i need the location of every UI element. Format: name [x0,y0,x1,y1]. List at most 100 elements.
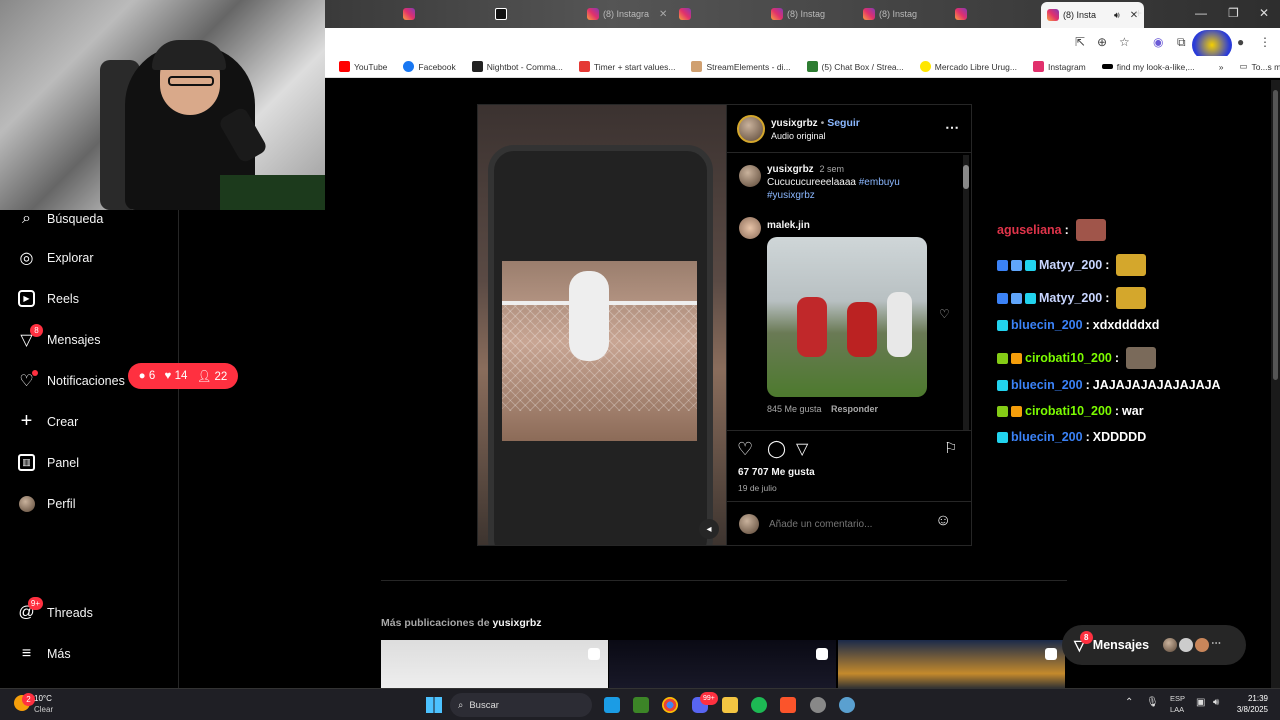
bookmark-lookalike[interactable]: find my look-a-like,... [1101,62,1195,72]
bookmark-star-icon[interactable]: ☆ [1119,35,1130,49]
bookmark-streamelements[interactable]: StreamElements - di... [691,61,791,72]
sidebar-item-notificaciones[interactable]: ♡ Notificaciones [18,370,125,390]
author-username[interactable]: yusixgrbz [771,118,818,129]
taskbar-search-box[interactable]: ⌕ Buscar [450,693,592,717]
browser-tab[interactable] [495,4,511,24]
tray-chevron-icon[interactable]: ⌃ [1125,697,1133,708]
notifications-summary-pill[interactable]: ● 6 ♥ 14 👤︎ 22 [128,363,238,389]
more-posts-username[interactable]: yusixgrbz [492,617,541,629]
zoom-icon[interactable]: ⊕ [1097,35,1107,49]
clock-time[interactable]: 21:39 [1236,694,1268,703]
sidebar-item-explorar[interactable]: ◎ Explorar [18,249,94,267]
follow-button[interactable]: Seguir [827,117,860,129]
sidebar-item-mas[interactable]: ≡ Más [18,645,71,662]
scrollbar-thumb[interactable] [963,165,969,189]
comment-bubble-icon[interactable]: ◯ [767,439,786,459]
new-tab-icon[interactable]: + [1135,6,1142,20]
bookmark-instagram[interactable]: Instagram [1032,61,1086,72]
chrome-icon[interactable] [662,697,678,713]
sidebar-item-panel[interactable]: ▥ Panel [18,454,79,471]
like-heart-icon[interactable]: ♡ [737,439,753,460]
commenter-username[interactable]: malek.jin [767,220,810,231]
sidebar-item-perfil[interactable]: Perfil [18,495,75,512]
volume-icon[interactable]: 🔊︎ [1213,697,1219,708]
commenter-avatar[interactable] [739,217,761,239]
audio-label[interactable]: Audio original [771,131,826,141]
more-post-thumbnail[interactable] [609,640,836,688]
bookmark-mercadolibre[interactable]: Mercado Libre Urug... [919,61,1017,72]
comments-scrollbar[interactable] [963,155,969,430]
minimize-icon[interactable]: — [1195,6,1207,20]
section-divider [381,580,1067,581]
browser-tab[interactable]: (8) Instagra ✕ [587,4,667,24]
bookmark-youtube[interactable]: YouTube [339,61,387,72]
bookmark-nightbot[interactable]: Nightbot - Comma... [471,61,563,72]
all-bookmarks-folder[interactable]: ▭To...s marcadores [1239,61,1280,72]
messages-floating-button[interactable]: ▽ 8 Mensajes ⋯ [1062,625,1246,665]
maximize-icon[interactable]: ❐ [1228,6,1239,20]
bookmark-chatbox[interactable]: (5) Chat Box / Strea... [806,61,904,72]
post-likes-count[interactable]: 67 707 Me gusta [738,467,815,478]
bookmark-timer[interactable]: Timer + start values... [578,61,675,72]
minecraft-icon[interactable] [633,697,649,713]
more-post-thumbnail[interactable] [838,640,1065,688]
spotify-icon[interactable] [751,697,767,713]
webcam-cap [152,40,226,70]
sidebar-item-crear[interactable]: + Crear [18,410,79,432]
microphone-icon[interactable]: 🎙︎ [1146,697,1159,708]
browser-menu-icon[interactable]: ⋮ [1259,35,1271,49]
comment-input[interactable] [769,514,919,534]
file-explorer-icon[interactable] [722,697,738,713]
caption-hashtag[interactable]: #yusixgrbz [767,190,815,201]
more-post-thumbnail[interactable] [381,640,608,688]
chat-message: bluecin_200 : JAJAJAJAJAJAJAJA [997,378,1221,392]
mute-button[interactable]: ◂ [699,519,719,539]
extensions-puzzle-icon[interactable]: ⧉ [1177,35,1186,50]
caption-text: Cucucucureeelaaaa [767,177,856,188]
sidebar-item-reels[interactable]: ▶ Reels [18,290,79,307]
close-tab-icon[interactable]: ✕ [659,9,667,20]
reply-button[interactable]: Responder [831,404,878,414]
steam-icon[interactable] [604,697,620,713]
profile-avatar [18,495,35,512]
brave-icon[interactable] [780,697,796,713]
post-video[interactable]: ◂ [478,105,726,545]
browser-tab[interactable] [955,4,971,24]
emoji-icon[interactable]: ☺ [935,512,951,530]
more-bookmarks-icon[interactable]: » [1219,62,1224,72]
extension-icon[interactable]: ◉ [1153,35,1163,49]
browser-tab-active[interactable]: (8) Insta 🔊︎ ✕ [1041,2,1145,28]
install-app-icon[interactable]: ⇱ [1075,35,1085,49]
speaker-icon[interactable]: 🔊︎ [1114,10,1120,21]
page-scrollbar[interactable] [1271,80,1280,688]
caption-hashtag[interactable]: #embuyu [859,177,900,188]
caption-username[interactable]: yusixgrbz [767,164,814,175]
language-indicator[interactable]: ESP [1170,694,1185,703]
caption-avatar[interactable] [739,165,761,187]
more-options-icon[interactable]: ⋯ [945,119,959,136]
browser-tab[interactable] [403,4,419,24]
author-avatar[interactable] [737,115,765,143]
sidebar-item-mensajes[interactable]: ▽ 8 Mensajes [18,324,101,349]
sidebar-item-busqueda[interactable]: ⌕ Búsqueda [18,210,103,227]
save-bookmark-icon[interactable]: ⚐ [944,439,957,457]
browser-url-bar[interactable]: ⇱ ⊕ ☆ ◉ ⧉ ● ⋮ [325,28,1280,56]
keyboard-layout-indicator[interactable]: LAA [1170,705,1184,714]
comment-likes[interactable]: 845 Me gusta [767,404,822,414]
browser-tab[interactable]: (8) Instag [771,4,825,24]
bookmark-facebook[interactable]: Facebook [403,61,456,72]
page-scrollbar-thumb[interactable] [1273,90,1278,380]
clock-date[interactable]: 3/8/2025 [1232,705,1268,714]
network-icon[interactable]: ▣ [1196,697,1205,708]
share-paper-plane-icon[interactable]: ▽ [796,439,808,459]
facebook-icon [403,61,415,72]
browser-tab[interactable]: (8) Instag [863,4,917,24]
windows-start-icon[interactable] [426,697,442,713]
browser-tab[interactable] [679,4,695,24]
sidebar-item-threads[interactable]: @9+ Threads [18,597,93,621]
comment-like-heart-icon[interactable]: ♡ [939,307,950,321]
app-icon[interactable] [839,697,855,713]
obs-icon[interactable] [810,697,826,713]
close-window-icon[interactable]: ✕ [1259,6,1269,20]
profile-avatar-icon[interactable]: ● [1237,35,1244,49]
